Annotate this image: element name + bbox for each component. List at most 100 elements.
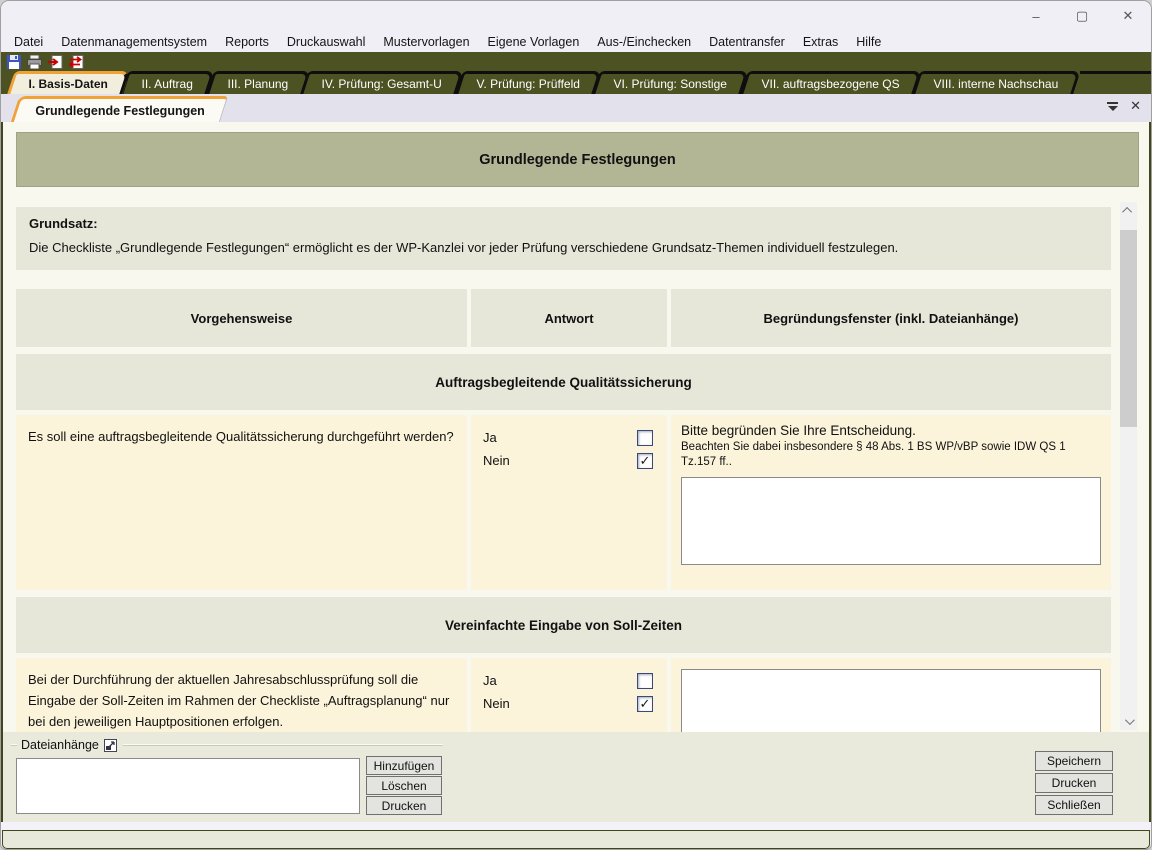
section-title-soll-zeiten: Vereinfachte Eingabe von Soll-Zeiten bbox=[16, 597, 1111, 653]
save-icon bbox=[7, 55, 21, 69]
menu-item-reports[interactable]: Reports bbox=[216, 33, 278, 51]
print-icon bbox=[27, 55, 42, 69]
grundsatz-text: Die Checkliste „Grundlegende Festlegunge… bbox=[29, 240, 898, 255]
grundsatz-heading: Grundsatz: bbox=[29, 216, 1098, 231]
tab-label: II. Auftrag bbox=[142, 77, 193, 91]
tab-iv-pruefung-gesamt-u[interactable]: IV. Prüfung: Gesamt-U bbox=[301, 71, 465, 94]
close-button[interactable]: ✕ bbox=[1105, 1, 1151, 31]
maximize-icon: ▢ bbox=[1076, 8, 1088, 24]
reason-cell bbox=[671, 658, 1111, 732]
answer-label-nein: Nein bbox=[483, 696, 510, 711]
menu-item-datentransfer[interactable]: Datentransfer bbox=[700, 33, 794, 51]
answer-label-ja: Ja bbox=[483, 673, 497, 688]
print-button[interactable] bbox=[26, 54, 43, 70]
checklist-scroll-region: Grundlegende Festlegungen Grundsatz: Die… bbox=[3, 122, 1149, 732]
scrollbar-thumb[interactable] bbox=[1120, 230, 1137, 427]
tab-strip-filler bbox=[1080, 71, 1151, 94]
menu-item-mustervorlagen[interactable]: Mustervorlagen bbox=[374, 33, 478, 51]
subtab-label: Grundlegende Festlegungen bbox=[36, 104, 205, 118]
menu-item-extras[interactable]: Extras bbox=[794, 33, 847, 51]
title-bar: – ▢ ✕ bbox=[1, 1, 1151, 31]
tab-ii-auftrag[interactable]: II. Auftrag bbox=[121, 71, 216, 94]
reason-note: Beachten Sie dabei insbesondere § 48 Abs… bbox=[681, 440, 1101, 470]
tab-label: I. Basis-Daten bbox=[29, 77, 108, 91]
tab-viii-interne-nachschau[interactable]: VIII. interne Nachschau bbox=[912, 71, 1080, 94]
pane-list-icon[interactable] bbox=[1107, 102, 1118, 111]
menu-item-eigene-vorlagen[interactable]: Eigene Vorlagen bbox=[479, 33, 589, 51]
chevron-down-icon bbox=[1125, 715, 1135, 725]
column-header-begruendungsfenster: Begründungsfenster (inkl. Dateianhänge) bbox=[671, 289, 1111, 347]
attachments-label: Dateianhänge bbox=[21, 738, 99, 752]
scrollbar-down-button[interactable] bbox=[1120, 713, 1137, 730]
tab-label: VI. Prüfung: Sonstige bbox=[614, 77, 727, 91]
menu-bar: Datei Datenmanagementsystem Reports Druc… bbox=[1, 31, 1151, 52]
attachments-listbox[interactable] bbox=[16, 758, 360, 814]
save-button[interactable] bbox=[5, 54, 22, 70]
tab-vi-pruefung-sonstige[interactable]: VI. Prüfung: Sonstige bbox=[592, 71, 749, 94]
answer-cell: Ja Nein ✓ bbox=[471, 658, 667, 732]
sub-tab-strip: Grundlegende Festlegungen ✕ bbox=[1, 94, 1151, 122]
menu-item-datei[interactable]: Datei bbox=[5, 33, 52, 51]
checklist-row: Es soll eine auftragsbegleitende Qualitä… bbox=[16, 415, 1149, 590]
resize-strip bbox=[1, 822, 1151, 830]
reason-cell: Bitte begründen Sie Ihre Entscheidung. B… bbox=[671, 415, 1111, 590]
answer-label-nein: Nein bbox=[483, 453, 510, 468]
answer-cell: Ja Nein ✓ bbox=[471, 415, 667, 590]
begruendung-textarea[interactable] bbox=[681, 669, 1101, 732]
checklist-row: Bei der Durchführung der aktuellen Jahre… bbox=[16, 658, 1149, 732]
minimize-icon: – bbox=[1032, 9, 1039, 24]
checkbox-ja[interactable] bbox=[637, 430, 653, 446]
page-title: Grundlegende Festlegungen bbox=[16, 132, 1139, 187]
reason-title: Bitte begründen Sie Ihre Entscheidung. bbox=[681, 423, 1101, 438]
tab-v-pruefung-prueffeld[interactable]: V. Prüfung: Prüffeld bbox=[455, 71, 602, 94]
tab-label: III. Planung bbox=[227, 77, 288, 91]
speichern-button[interactable]: Speichern bbox=[1035, 751, 1113, 771]
data-transfer-button[interactable] bbox=[68, 54, 85, 70]
scrollbar-up-button[interactable] bbox=[1120, 202, 1137, 219]
drucken-button[interactable]: Drucken bbox=[1035, 773, 1113, 793]
checkbox-nein[interactable]: ✓ bbox=[637, 696, 653, 712]
question-text: Bei der Durchführung der aktuellen Jahre… bbox=[16, 658, 467, 732]
check-in-button[interactable] bbox=[47, 54, 64, 70]
check-in-icon bbox=[48, 55, 63, 69]
vertical-scrollbar[interactable] bbox=[1120, 202, 1137, 730]
schliessen-button[interactable]: Schließen bbox=[1035, 795, 1113, 815]
begruendung-textarea[interactable] bbox=[681, 477, 1101, 565]
main-tab-strip: I. Basis-Daten II. Auftrag III. Planung … bbox=[1, 71, 1151, 94]
column-header-vorgehensweise: Vorgehensweise bbox=[16, 289, 467, 347]
app-window: – ▢ ✕ Datei Datenmanagementsystem Report… bbox=[0, 0, 1152, 850]
hinzufuegen-button[interactable]: Hinzufügen bbox=[366, 756, 442, 775]
answer-label-ja: Ja bbox=[483, 430, 497, 445]
column-headers: Vorgehensweise Antwort Begründungsfenste… bbox=[16, 289, 1149, 347]
menu-item-druckauswahl[interactable]: Druckauswahl bbox=[278, 33, 375, 51]
menu-item-datenmanagementsystem[interactable]: Datenmanagementsystem bbox=[52, 33, 216, 51]
section-title-qualitaetssicherung: Auftragsbegleitende Qualitätssicherung bbox=[16, 354, 1111, 410]
menu-item-aus-einchecken[interactable]: Aus-/Einchecken bbox=[588, 33, 700, 51]
subtab-grundlegende-festlegungen[interactable]: Grundlegende Festlegungen bbox=[11, 96, 229, 122]
data-transfer-icon bbox=[69, 55, 84, 69]
close-icon: ✕ bbox=[1123, 8, 1134, 24]
toolbar bbox=[1, 52, 1151, 71]
loeschen-button[interactable]: Löschen bbox=[366, 776, 442, 795]
checkbox-ja[interactable] bbox=[637, 673, 653, 689]
bottom-panel: Dateianhänge Hinzufügen Löschen Drucken … bbox=[3, 732, 1149, 822]
minimize-button[interactable]: – bbox=[1013, 1, 1059, 31]
pane-close-icon[interactable]: ✕ bbox=[1130, 100, 1141, 112]
checkbox-nein[interactable]: ✓ bbox=[637, 453, 653, 469]
tab-label: VIII. interne Nachschau bbox=[933, 77, 1058, 91]
tab-iii-planung[interactable]: III. Planung bbox=[206, 71, 310, 94]
drucken-attachments-button[interactable]: Drucken bbox=[366, 796, 442, 815]
content-area: Grundlegende Festlegungen Grundsatz: Die… bbox=[1, 122, 1151, 822]
attachments-group: Dateianhänge bbox=[11, 738, 443, 752]
open-window-icon[interactable] bbox=[104, 739, 117, 752]
tab-label: IV. Prüfung: Gesamt-U bbox=[322, 77, 442, 91]
tab-i-basis-daten[interactable]: I. Basis-Daten bbox=[7, 71, 130, 94]
question-text: Es soll eine auftragsbegleitende Qualitä… bbox=[16, 415, 467, 590]
tab-label: VII. auftragsbezogene QS bbox=[761, 77, 899, 91]
maximize-button[interactable]: ▢ bbox=[1059, 1, 1105, 31]
tab-vii-auftragsbezogene-qs[interactable]: VII. auftragsbezogene QS bbox=[740, 71, 922, 94]
tab-label: V. Prüfung: Prüffeld bbox=[476, 77, 579, 91]
menu-item-hilfe[interactable]: Hilfe bbox=[847, 33, 890, 51]
column-header-antwort: Antwort bbox=[471, 289, 667, 347]
status-bar bbox=[2, 830, 1150, 849]
